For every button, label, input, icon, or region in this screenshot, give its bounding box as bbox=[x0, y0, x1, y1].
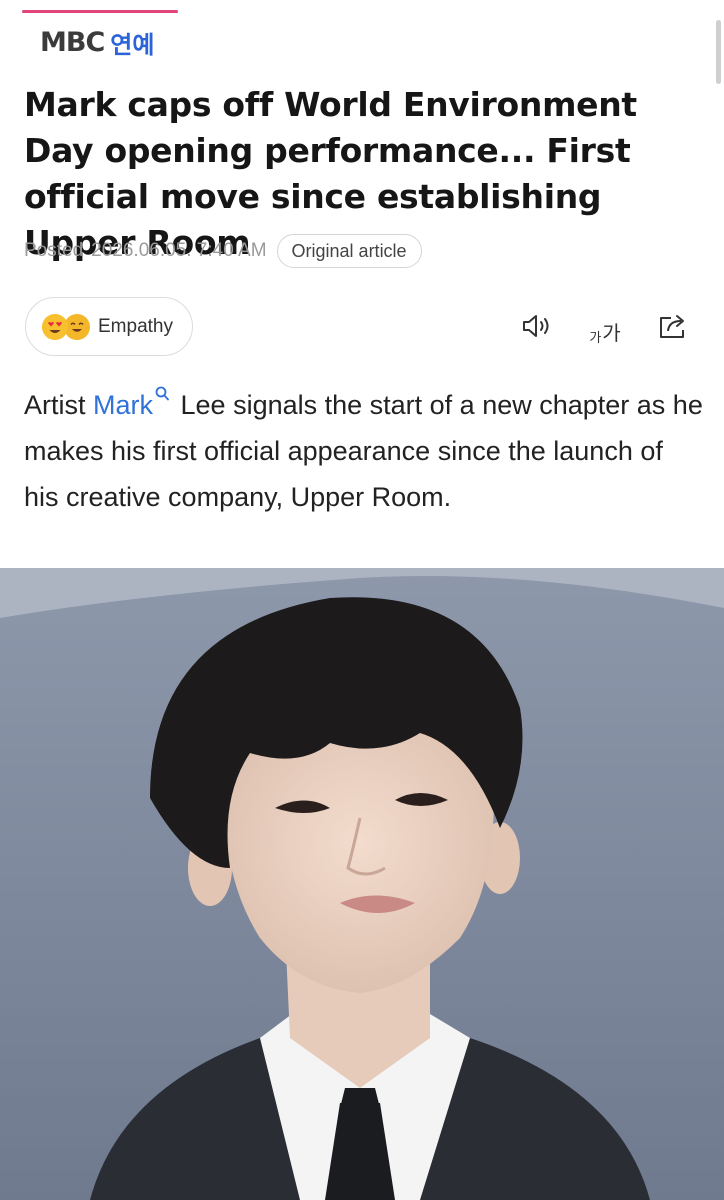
empathy-button[interactable]: Empathy bbox=[25, 297, 193, 356]
heart-eyes-emoji-icon bbox=[42, 313, 68, 340]
share-button[interactable] bbox=[656, 306, 690, 346]
article-meta: Posted 2026.06.05. 7:40 AM Original arti… bbox=[24, 232, 422, 270]
listen-button[interactable] bbox=[520, 306, 554, 346]
empathy-label: Empathy bbox=[98, 315, 173, 337]
article-lead: Artist Mark Lee signals the start of a n… bbox=[24, 382, 704, 520]
scrollbar-thumb[interactable] bbox=[716, 20, 721, 84]
article-toolbar: 가가 bbox=[520, 306, 690, 346]
font-size-large-glyph: 가 bbox=[602, 321, 621, 345]
top-accent-bar bbox=[22, 10, 178, 13]
article-photo bbox=[0, 568, 724, 1200]
share-icon bbox=[660, 315, 684, 338]
artist-name-link[interactable]: Mark bbox=[93, 390, 153, 420]
brand-logo-link[interactable]: MBC 연예 bbox=[40, 26, 155, 59]
search-icon[interactable] bbox=[155, 386, 169, 402]
mbc-logo: MBC bbox=[40, 26, 105, 58]
posted-label: Posted bbox=[24, 240, 84, 261]
lead-before: Artist bbox=[24, 390, 94, 420]
speaker-icon bbox=[523, 315, 549, 337]
font-size-small-glyph: 가 bbox=[589, 331, 602, 346]
entertainment-section-label: 연예 bbox=[110, 30, 155, 59]
original-article-button[interactable]: Original article bbox=[276, 234, 422, 268]
reaction-emojis bbox=[42, 313, 92, 341]
font-size-button[interactable]: 가가 bbox=[588, 306, 622, 346]
posted-datetime: 2026.06.05. 7:40 AM bbox=[91, 240, 267, 261]
